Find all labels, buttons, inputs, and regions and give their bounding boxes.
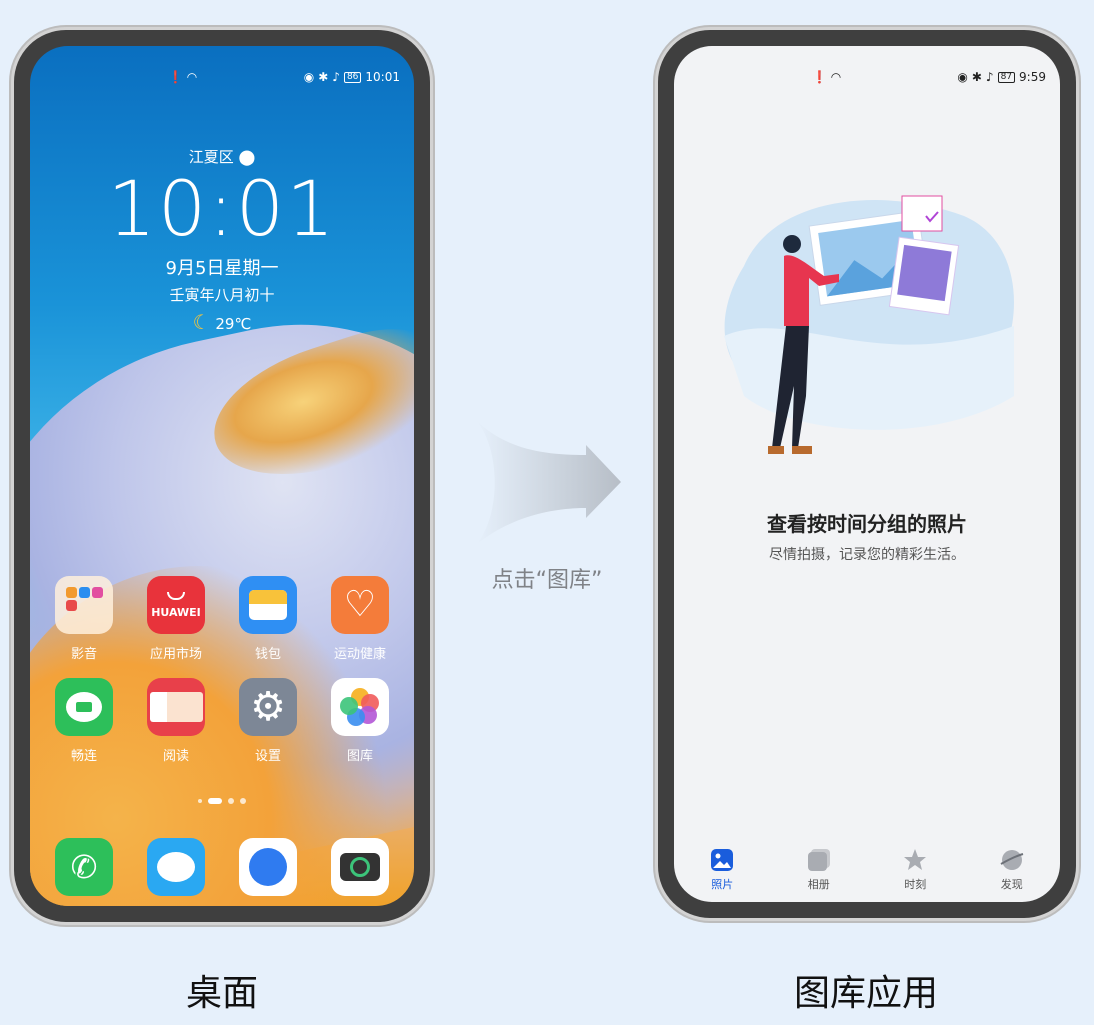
health-icon: ♡ [331, 576, 389, 634]
tab-discover[interactable]: 发现 [972, 848, 1052, 892]
page-indicator[interactable] [30, 798, 414, 804]
app-label: 运动健康 [333, 647, 386, 662]
app-label: 钱包 [254, 647, 281, 662]
app-label: 设置 [254, 749, 281, 764]
battery-icon: 87 [997, 71, 1016, 83]
status-bar: ❗ ◠ ◉ ✱ ♪ 87 9:59 [674, 70, 1060, 88]
empty-state-illustration [724, 195, 1014, 454]
app-label: 应用市场 [149, 647, 202, 662]
mute-icon: ♪ [332, 70, 340, 84]
app-wallet[interactable]: 钱包 [222, 576, 314, 662]
tab-label: 时刻 [904, 878, 927, 891]
alert-wifi-icon: ❗ ◠ [812, 70, 842, 84]
photos-icon [711, 849, 734, 871]
status-time: 10:01 [365, 70, 400, 84]
dock-camera[interactable] [314, 838, 406, 896]
dock-browser[interactable] [222, 838, 314, 896]
app-meetime[interactable]: 畅连 [38, 678, 130, 764]
app-grid: 影音 HUAWEI 应用市场 钱包 ♡ 运动健康 畅连 阅读 ⚙ 设置 图库 [30, 576, 414, 764]
gallery-pinwheel-icon [331, 678, 389, 736]
phone-icon: ✆ [55, 838, 113, 896]
camera-icon [331, 838, 389, 896]
tab-label: 相册 [807, 878, 830, 891]
weather: ☾ 29℃ [30, 310, 414, 334]
arrow-label: 点击“图库” [491, 568, 603, 593]
home-phone-frame: ❗ ◠ ◉ ✱ ♪ 86 10:01 江夏区 ⬤ 10:01 9月5日星期一 壬… [14, 30, 430, 922]
star-icon [904, 849, 927, 870]
app-gallery-icon: HUAWEI [147, 576, 205, 634]
bottom-tab-bar: 照片 相册 时刻 发现 [674, 848, 1060, 892]
date: 9月5日星期一 [165, 258, 279, 279]
app-label: 畅连 [70, 749, 97, 764]
app-label: 阅读 [162, 749, 189, 764]
albums-icon [807, 849, 830, 871]
dock-phone[interactable]: ✆ [38, 838, 130, 896]
tab-label: 照片 [711, 878, 734, 891]
wallet-icon [239, 576, 297, 634]
bluetooth-icon: ✱ [318, 70, 329, 84]
app-media[interactable]: 影音 [38, 576, 130, 662]
battery-icon: 86 [343, 71, 362, 83]
empty-state-subtitle: 尽情拍摄，记录您的精彩生活。 [769, 547, 965, 563]
caption-gallery: 图库应用 [793, 973, 938, 1014]
app-appgallery[interactable]: HUAWEI 应用市场 [130, 576, 222, 662]
tab-photos[interactable]: 照片 [682, 848, 762, 892]
planet-icon [1000, 850, 1024, 870]
books-icon [147, 678, 205, 736]
alert-wifi-icon: ❗ ◠ [168, 70, 198, 84]
status-bar: ❗ ◠ ◉ ✱ ♪ 86 10:01 [30, 70, 414, 88]
status-time: 9:59 [1019, 70, 1046, 84]
messages-icon [147, 838, 205, 896]
gallery-screen: ❗ ◠ ◉ ✱ ♪ 87 9:59 查看按时间分组的照片 尽情拍摄，记录您的精彩… [674, 46, 1060, 902]
settings-gear-icon: ⚙ [239, 678, 297, 736]
eye-icon: ◉ [303, 70, 315, 84]
tab-label: 发现 [1000, 878, 1023, 891]
tab-albums[interactable]: 相册 [779, 848, 859, 892]
browser-icon [239, 838, 297, 896]
dock: ✆ [30, 838, 414, 896]
mute-icon: ♪ [985, 70, 994, 84]
meetime-icon [55, 678, 113, 736]
clock: 10:01 [107, 164, 337, 253]
home-screen: ❗ ◠ ◉ ✱ ♪ 86 10:01 江夏区 ⬤ 10:01 9月5日星期一 壬… [30, 46, 414, 906]
empty-state-title: 查看按时间分组的照片 [767, 512, 967, 536]
huawei-badge: HUAWEI [151, 605, 201, 619]
app-gallery[interactable]: 图库 [314, 678, 406, 764]
eye-icon: ◉ [957, 70, 968, 84]
app-health[interactable]: ♡ 运动健康 [314, 576, 406, 662]
app-label: 图库 [346, 749, 373, 764]
bluetooth-icon: ✱ [971, 70, 982, 84]
app-label: 影音 [70, 647, 97, 662]
app-books[interactable]: 阅读 [130, 678, 222, 764]
temperature: 29℃ [215, 315, 252, 333]
arrow-right-icon [476, 420, 621, 545]
lunar-date: 壬寅年八月初十 [169, 286, 275, 304]
moon-icon: ☾ [192, 310, 211, 334]
tab-moments[interactable]: 时刻 [875, 848, 955, 892]
caption-home: 桌面 [185, 973, 258, 1014]
gallery-phone-frame: ❗ ◠ ◉ ✱ ♪ 87 9:59 查看按时间分组的照片 尽情拍摄，记录您的精彩… [658, 30, 1076, 918]
app-settings[interactable]: ⚙ 设置 [222, 678, 314, 764]
dock-messages[interactable] [130, 838, 222, 896]
media-folder-icon [55, 576, 113, 634]
